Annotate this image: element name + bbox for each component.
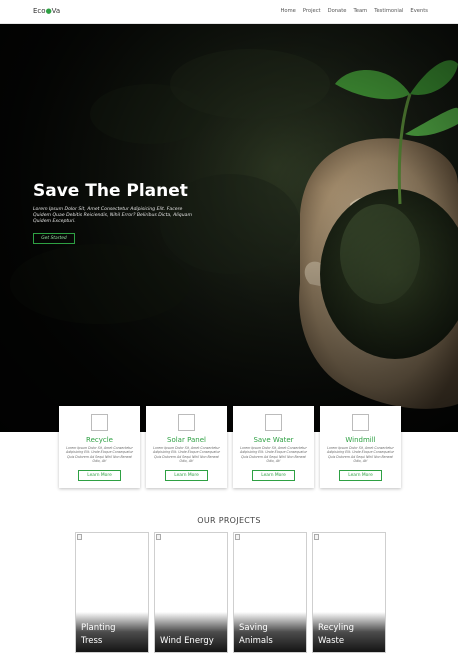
project-label: Planting Tress bbox=[81, 622, 116, 648]
project-label-line1: Recyling bbox=[318, 623, 354, 633]
hero-title: Save The Planet bbox=[33, 181, 188, 201]
project-label-line2: Tress bbox=[81, 636, 103, 646]
learn-more-button[interactable]: Learn More bbox=[339, 470, 382, 481]
learn-more-button[interactable]: Learn More bbox=[165, 470, 208, 481]
project-label-line2: Animals bbox=[239, 636, 273, 646]
nav-link-home[interactable]: Home bbox=[281, 8, 296, 14]
broken-image-icon bbox=[265, 414, 282, 431]
project-card-planting-trees[interactable]: Planting Tress bbox=[75, 532, 149, 653]
feature-card-windmill: Windmill Lorem Ipsum Dolor Sit, Amet Con… bbox=[320, 406, 401, 488]
logo[interactable]: Eco●Va bbox=[33, 7, 60, 15]
learn-more-button[interactable]: Learn More bbox=[78, 470, 121, 481]
card-title: Save Water bbox=[253, 436, 294, 444]
broken-image-icon bbox=[352, 414, 369, 431]
nav-link-events[interactable]: Events bbox=[410, 8, 428, 14]
feature-card-save-water: Save Water Lorem Ipsum Dolor Sit, Amet C… bbox=[233, 406, 314, 488]
broken-image-icon bbox=[235, 534, 240, 540]
projects-heading: OUR PROJECTS bbox=[197, 516, 261, 525]
broken-image-icon bbox=[314, 534, 319, 540]
feature-card-recycle: Recycle Lorem Ipsum Dolor Sit, Amet Cons… bbox=[59, 406, 140, 488]
feature-cards: Recycle Lorem Ipsum Dolor Sit, Amet Cons… bbox=[59, 406, 401, 488]
nav-links: Home Project Donate Team Testimonial Eve… bbox=[281, 8, 428, 14]
card-title: Solar Panel bbox=[167, 436, 206, 444]
hero-section: Save The Planet Lorem Ipsum Dolor Sit, A… bbox=[0, 24, 458, 432]
nav-link-testimonial[interactable]: Testimonial bbox=[374, 8, 403, 14]
logo-prefix: Eco bbox=[33, 7, 46, 15]
project-card-saving-animals[interactable]: Saving Animals bbox=[233, 532, 307, 653]
project-label: Recyling Waste bbox=[318, 622, 354, 648]
project-label: Saving Animals bbox=[239, 622, 273, 648]
broken-image-icon bbox=[77, 534, 82, 540]
nav-link-project[interactable]: Project bbox=[303, 8, 321, 14]
projects-grid: Planting Tress Wind Energy Saving Animal… bbox=[75, 532, 386, 653]
navbar: Eco●Va Home Project Donate Team Testimon… bbox=[0, 0, 458, 24]
card-description: Lorem Ipsum Dolor Sit, Amet Consectetur … bbox=[153, 446, 220, 464]
broken-image-icon bbox=[91, 414, 108, 431]
nav-link-team[interactable]: Team bbox=[353, 8, 367, 14]
project-card-recycling-waste[interactable]: Recyling Waste bbox=[312, 532, 386, 653]
feature-card-solar-panel: Solar Panel Lorem Ipsum Dolor Sit, Amet … bbox=[146, 406, 227, 488]
hero-background-image bbox=[0, 24, 458, 432]
card-title: Windmill bbox=[345, 436, 376, 444]
card-description: Lorem Ipsum Dolor Sit, Amet Consectetur … bbox=[327, 446, 394, 464]
logo-suffix: Va bbox=[51, 7, 61, 15]
broken-image-icon bbox=[178, 414, 195, 431]
get-started-button[interactable]: Get Started bbox=[33, 233, 75, 244]
learn-more-button[interactable]: Learn More bbox=[252, 470, 295, 481]
project-label: Wind Energy bbox=[160, 635, 214, 648]
project-label-line2: Waste bbox=[318, 636, 345, 646]
project-label-line1: Planting bbox=[81, 623, 116, 633]
project-label-line2: Wind Energy bbox=[160, 636, 214, 646]
project-label-line1: Saving bbox=[239, 623, 268, 633]
project-card-wind-energy[interactable]: Wind Energy bbox=[154, 532, 228, 653]
card-description: Lorem Ipsum Dolor Sit, Amet Consectetur … bbox=[66, 446, 133, 464]
card-title: Recycle bbox=[86, 436, 113, 444]
nav-link-donate[interactable]: Donate bbox=[328, 8, 347, 14]
broken-image-icon bbox=[156, 534, 161, 540]
card-description: Lorem Ipsum Dolor Sit, Amet Consectetur … bbox=[240, 446, 307, 464]
hero-description: Lorem Ipsum Dolor Sit, Amet Consectetur … bbox=[33, 207, 192, 225]
